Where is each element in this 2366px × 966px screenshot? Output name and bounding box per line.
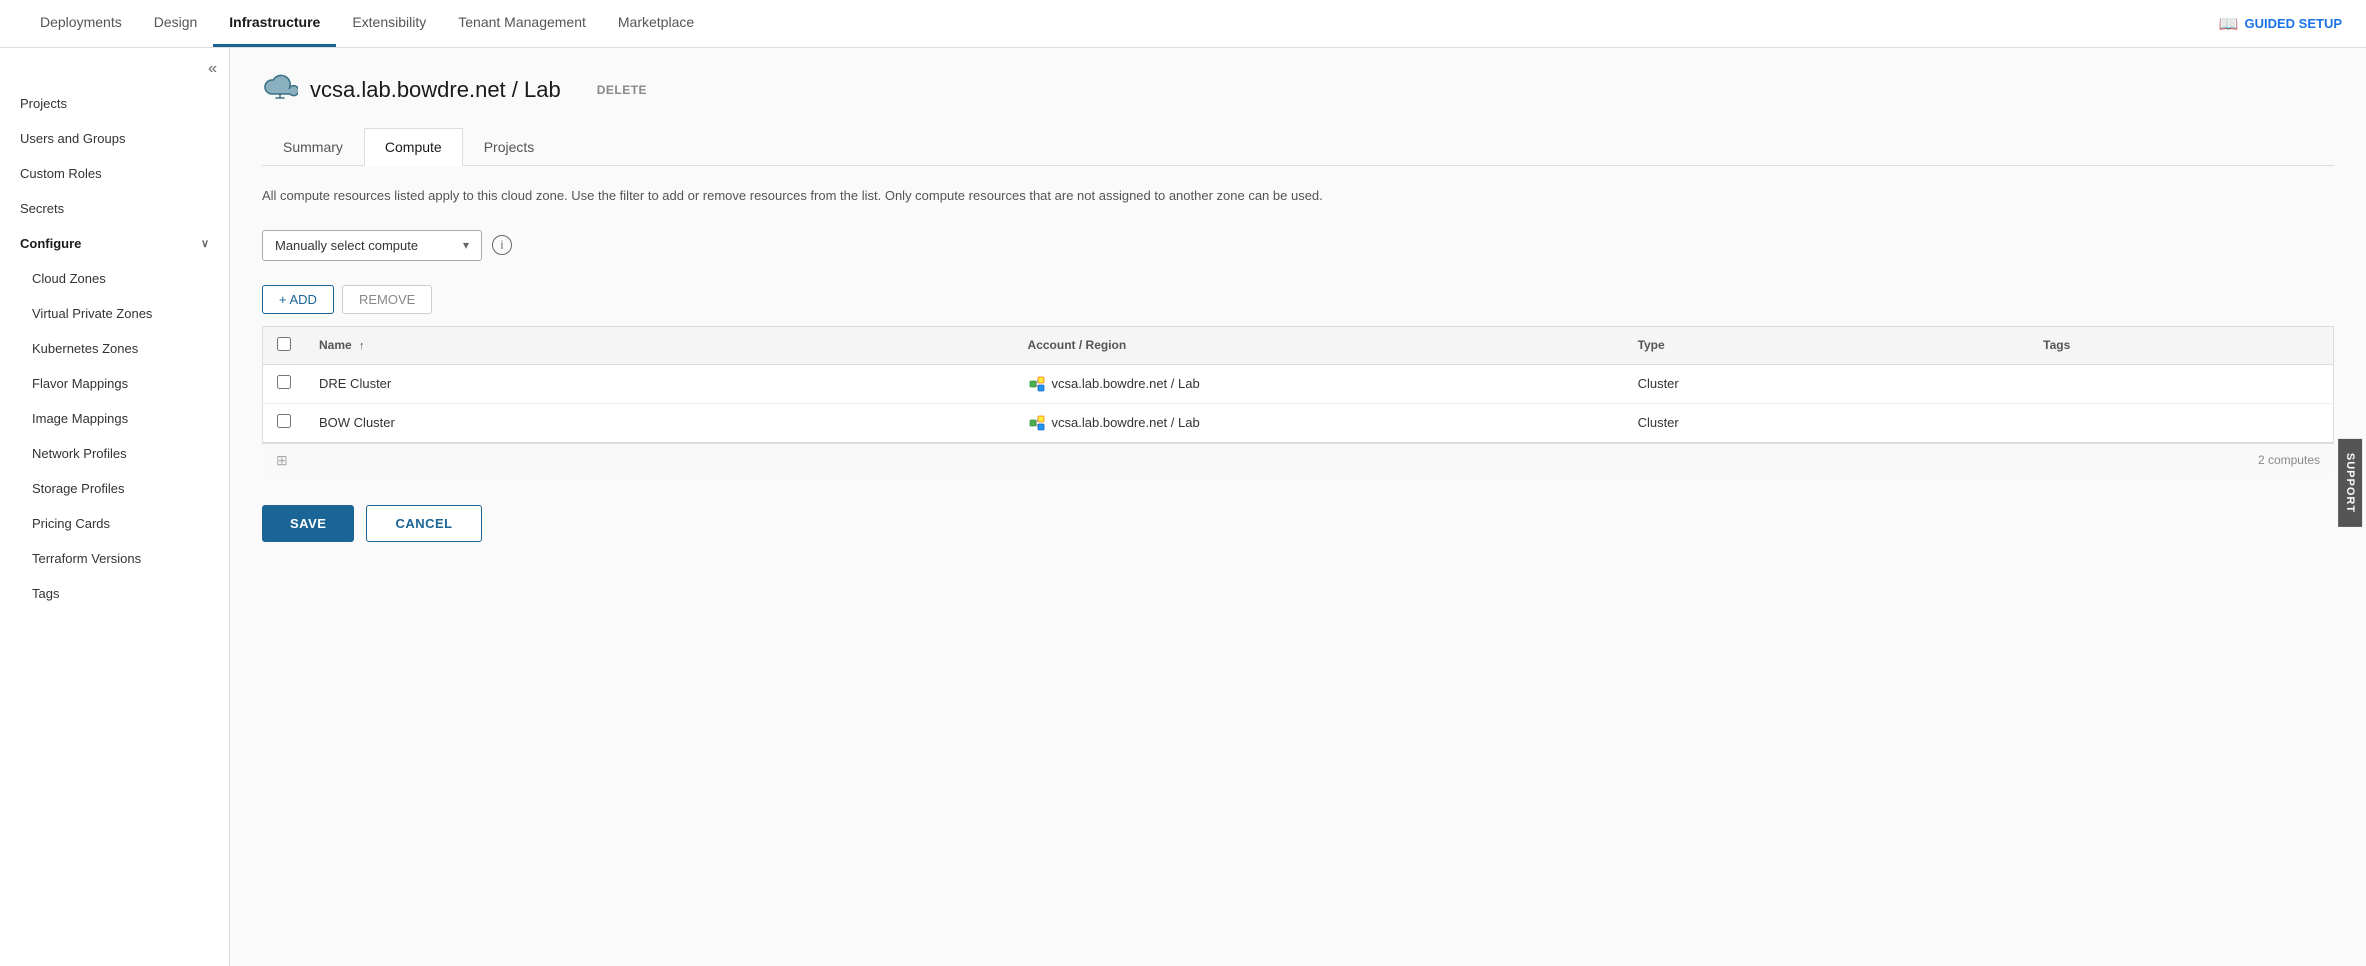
nav-design[interactable]: Design — [138, 0, 214, 47]
header-account-label: Account / Region — [1028, 338, 1127, 352]
table-row: DRE Cluster — [263, 364, 2334, 403]
sidebar-item-virtual-private-zones[interactable]: Virtual Private Zones — [0, 296, 229, 331]
compute-select-row: Manually select compute ▾ i — [262, 230, 2334, 261]
nav-tenant-management[interactable]: Tenant Management — [442, 0, 602, 47]
columns-icon: ⊞ — [276, 452, 288, 469]
sidebar-item-custom-roles[interactable]: Custom Roles — [0, 156, 229, 191]
nav-links: Deployments Design Infrastructure Extens… — [24, 0, 710, 47]
sidebar-item-configure[interactable]: Configure ∨ — [0, 226, 229, 261]
cancel-button[interactable]: CANCEL — [366, 505, 481, 542]
compute-table: Name ↑ Account / Region Type Tags — [262, 326, 2334, 443]
sidebar-item-cloud-zones[interactable]: Cloud Zones — [0, 261, 229, 296]
sidebar-item-secrets[interactable]: Secrets — [0, 191, 229, 226]
support-tab[interactable]: SUPPORT — [2338, 439, 2362, 527]
row2-checkbox-cell — [263, 403, 306, 442]
support-label: SUPPORT — [2344, 453, 2356, 513]
sidebar-item-image-mappings[interactable]: Image Mappings — [0, 401, 229, 436]
tab-compute[interactable]: Compute — [364, 128, 463, 166]
row1-type-label: Cluster — [1638, 376, 1679, 391]
sidebar-collapse-button[interactable]: « — [208, 60, 217, 78]
info-icon: i — [492, 235, 512, 255]
sidebar-configure-label: Configure — [20, 236, 81, 251]
row1-checkbox[interactable] — [277, 375, 291, 389]
delete-button[interactable]: DELETE — [589, 79, 655, 101]
header-name: Name ↑ — [305, 326, 1014, 364]
sidebar-item-pricing-cards[interactable]: Pricing Cards — [0, 506, 229, 541]
row2-type: Cluster — [1624, 403, 2030, 442]
table-header-row: Name ↑ Account / Region Type Tags — [263, 326, 2334, 364]
table-row: BOW Cluster — [263, 403, 2334, 442]
row1-account: vcsa.lab.bowdre.net / Lab — [1014, 364, 1624, 403]
row2-account: vcsa.lab.bowdre.net / Lab — [1014, 403, 1624, 442]
page-header: vcsa.lab.bowdre.net / Lab DELETE — [262, 72, 2334, 108]
header-type: Type — [1624, 326, 2030, 364]
save-button[interactable]: SAVE — [262, 505, 354, 542]
row2-account-label: vcsa.lab.bowdre.net / Lab — [1052, 415, 1200, 430]
form-actions: SAVE CANCEL — [262, 505, 2334, 542]
sidebar-item-projects[interactable]: Projects — [0, 86, 229, 121]
nav-infrastructure[interactable]: Infrastructure — [213, 0, 336, 47]
name-sort-icon[interactable]: ↑ — [359, 340, 365, 352]
row2-name-label: BOW Cluster — [319, 415, 395, 430]
sidebar-item-tags[interactable]: Tags — [0, 576, 229, 611]
row2-tags — [2029, 403, 2333, 442]
guided-setup-label: GUIDED SETUP — [2244, 16, 2342, 31]
tab-bar: Summary Compute Projects — [262, 128, 2334, 166]
top-navigation: Deployments Design Infrastructure Extens… — [0, 0, 2366, 48]
book-icon: 📖 — [2219, 14, 2239, 34]
info-symbol: i — [501, 238, 504, 252]
sidebar-item-storage-profiles[interactable]: Storage Profiles — [0, 471, 229, 506]
guided-setup-button[interactable]: 📖 GUIDED SETUP — [2219, 14, 2342, 34]
dropdown-arrow-icon: ▾ — [463, 238, 469, 252]
tab-projects[interactable]: Projects — [463, 128, 556, 166]
sidebar-item-terraform-versions[interactable]: Terraform Versions — [0, 541, 229, 576]
main-layout: « Projects Users and Groups Custom Roles… — [0, 48, 2366, 966]
tab-summary[interactable]: Summary — [262, 128, 364, 166]
header-name-label: Name — [319, 338, 352, 352]
cluster-account-icon-1 — [1028, 375, 1046, 393]
action-buttons: + ADD REMOVE — [262, 285, 2334, 314]
row1-checkbox-cell — [263, 364, 306, 403]
sidebar-collapse-area: « — [0, 56, 229, 86]
header-type-label: Type — [1638, 338, 1665, 352]
row2-type-label: Cluster — [1638, 415, 1679, 430]
add-button[interactable]: + ADD — [262, 285, 334, 314]
row1-tags — [2029, 364, 2333, 403]
compute-description: All compute resources listed apply to th… — [262, 186, 2334, 206]
remove-button[interactable]: REMOVE — [342, 285, 432, 314]
sidebar: « Projects Users and Groups Custom Roles… — [0, 48, 230, 966]
header-tags: Tags — [2029, 326, 2333, 364]
sidebar-item-network-profiles[interactable]: Network Profiles — [0, 436, 229, 471]
main-content: vcsa.lab.bowdre.net / Lab DELETE Summary… — [230, 48, 2366, 966]
compute-dropdown-value: Manually select compute — [275, 238, 418, 253]
nav-deployments[interactable]: Deployments — [24, 0, 138, 47]
sidebar-item-flavor-mappings[interactable]: Flavor Mappings — [0, 366, 229, 401]
header-tags-label: Tags — [2043, 338, 2070, 352]
row1-type: Cluster — [1624, 364, 2030, 403]
header-account: Account / Region — [1014, 326, 1624, 364]
cluster-account-icon-2 — [1028, 414, 1046, 432]
compute-count: 2 computes — [2258, 453, 2320, 467]
sidebar-item-kubernetes-zones[interactable]: Kubernetes Zones — [0, 331, 229, 366]
compute-dropdown[interactable]: Manually select compute ▾ — [262, 230, 482, 261]
row2-name: BOW Cluster — [305, 403, 1014, 442]
page-title: vcsa.lab.bowdre.net / Lab — [310, 77, 561, 103]
row2-checkbox[interactable] — [277, 414, 291, 428]
sidebar-item-users-and-groups[interactable]: Users and Groups — [0, 121, 229, 156]
nav-marketplace[interactable]: Marketplace — [602, 0, 710, 47]
configure-chevron-icon: ∨ — [201, 237, 209, 250]
select-all-checkbox[interactable] — [277, 337, 291, 351]
row1-name-label: DRE Cluster — [319, 376, 391, 391]
cloud-zone-icon — [262, 72, 298, 108]
row1-name: DRE Cluster — [305, 364, 1014, 403]
row1-account-label: vcsa.lab.bowdre.net / Lab — [1052, 376, 1200, 391]
table-footer: ⊞ 2 computes — [262, 443, 2334, 477]
header-checkbox-cell — [263, 326, 306, 364]
nav-extensibility[interactable]: Extensibility — [336, 0, 442, 47]
